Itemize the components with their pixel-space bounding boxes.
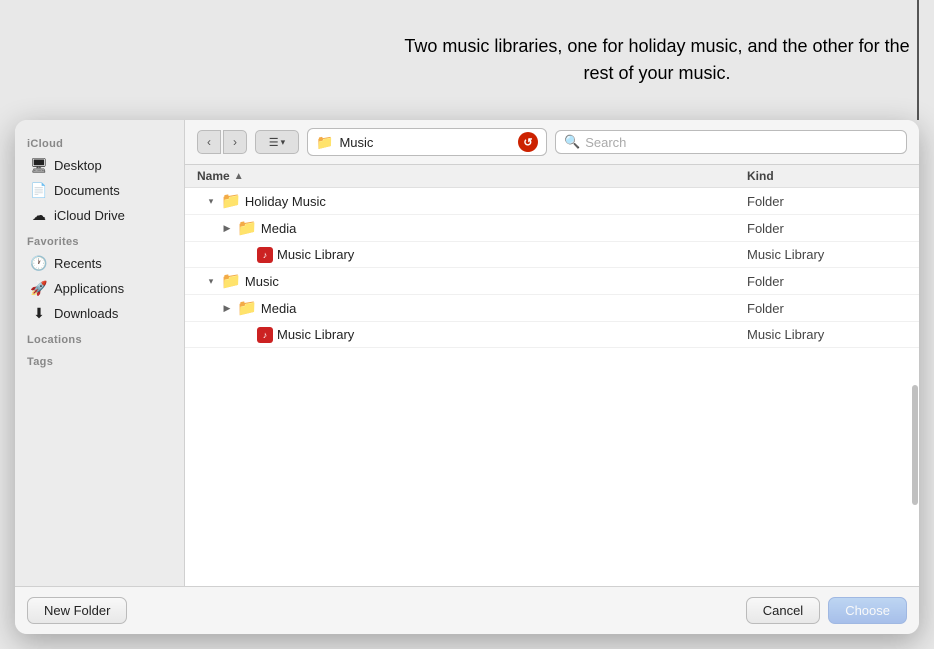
folder-icon: 📁 [221, 271, 241, 291]
file-name-cell: ▾ 📁 Music [205, 271, 747, 291]
documents-icon: 📄 [31, 182, 47, 198]
file-name: Media [261, 221, 296, 236]
folder-icon: 📁 [237, 218, 257, 238]
file-name-cell: ▶ 📁 Media [221, 218, 747, 238]
downloads-icon: ⬇ [31, 305, 47, 321]
file-list[interactable]: Name ▲ Kind ▾ 📁 Holiday Music Folder [185, 165, 919, 586]
table-row[interactable]: ▾ 📁 Holiday Music Folder [185, 188, 919, 215]
sidebar-item-label: Recents [54, 256, 102, 271]
file-name: Media [261, 301, 296, 316]
chevron-down-icon: ▾ [281, 137, 286, 148]
col-kind-header: Kind [747, 169, 907, 183]
file-list-header: Name ▲ Kind [185, 165, 919, 188]
table-row[interactable]: ▶ ♪ Music Library Music Library [185, 322, 919, 348]
tooltip: Two music libraries, one for holiday mus… [380, 0, 934, 120]
folder-icon: 📁 [237, 298, 257, 318]
new-folder-button[interactable]: New Folder [27, 597, 127, 624]
location-reset-button[interactable]: ↺ [518, 132, 538, 152]
sidebar-locations-label: Locations [15, 326, 184, 348]
file-kind-cell: Folder [747, 221, 907, 236]
nav-buttons: ‹ › [197, 130, 247, 154]
file-name-cell: ▶ ♪ Music Library [241, 327, 747, 343]
sidebar-favorites-label: Favorites [15, 228, 184, 250]
disclosure-button[interactable]: ▶ [221, 222, 233, 234]
table-row[interactable]: ▶ 📁 Media Folder [185, 295, 919, 322]
toolbar: ‹ › ☰ ▾ 📁 Music ↺ 🔍 Search [185, 120, 919, 165]
folder-icon: 📁 [221, 191, 241, 211]
file-kind-cell: Folder [747, 194, 907, 209]
file-name: Music [245, 274, 279, 289]
tooltip-text: Two music libraries, one for holiday mus… [400, 33, 914, 87]
bottom-bar: New Folder Cancel Choose [15, 586, 919, 634]
search-placeholder: Search [585, 135, 626, 150]
col-name-header: Name ▲ [197, 169, 747, 183]
file-name-cell: ▶ ♪ Music Library [241, 247, 747, 263]
disclosure-button[interactable]: ▾ [205, 275, 217, 287]
main-content: ‹ › ☰ ▾ 📁 Music ↺ 🔍 Search [185, 120, 919, 586]
sidebar-item-icloud-drive[interactable]: ☁ iCloud Drive [21, 203, 178, 227]
file-dialog: iCloud 🖥 Desktop 📄 Documents ☁ iCloud Dr… [15, 120, 919, 634]
file-kind-cell: Folder [747, 274, 907, 289]
sidebar-item-downloads[interactable]: ⬇ Downloads [21, 301, 178, 325]
sidebar-item-label: iCloud Drive [54, 208, 125, 223]
sidebar-item-label: Applications [54, 281, 124, 296]
table-row[interactable]: ▶ 📁 Media Folder [185, 215, 919, 242]
sidebar-item-label: Downloads [54, 306, 118, 321]
sort-arrow: ▲ [234, 171, 244, 182]
file-kind-cell: Music Library [747, 327, 907, 342]
disclosure-button[interactable]: ▾ [205, 195, 217, 207]
dialog-body: iCloud 🖥 Desktop 📄 Documents ☁ iCloud Dr… [15, 120, 919, 586]
location-text: Music [339, 135, 512, 150]
table-row[interactable]: ▶ ♪ Music Library Music Library [185, 242, 919, 268]
sidebar-item-label: Desktop [54, 158, 102, 173]
sidebar-icloud-label: iCloud [15, 130, 184, 152]
scrollbar-track[interactable] [911, 385, 919, 526]
file-name: Music Library [277, 247, 354, 262]
location-bar: 📁 Music ↺ [307, 128, 547, 156]
file-name: Music Library [277, 327, 354, 342]
sidebar-item-label: Documents [54, 183, 120, 198]
table-row[interactable]: ▾ 📁 Music Folder [185, 268, 919, 295]
sidebar-item-desktop[interactable]: 🖥 Desktop [21, 153, 178, 177]
location-reset-icon: ↺ [523, 136, 532, 149]
file-kind-cell: Folder [747, 301, 907, 316]
list-view-icon: ☰ [269, 136, 279, 149]
choose-button[interactable]: Choose [828, 597, 907, 624]
sidebar-tags-label: Tags [15, 348, 184, 370]
tooltip-line [917, 0, 919, 120]
sidebar: iCloud 🖥 Desktop 📄 Documents ☁ iCloud Dr… [15, 120, 185, 586]
sidebar-item-documents[interactable]: 📄 Documents [21, 178, 178, 202]
sidebar-item-applications[interactable]: 🚀 Applications [21, 276, 178, 300]
icloud-drive-icon: ☁ [31, 207, 47, 223]
disclosure-button[interactable]: ▶ [221, 302, 233, 314]
desktop-icon: 🖥 [31, 157, 47, 173]
search-icon: 🔍 [564, 134, 580, 150]
applications-icon: 🚀 [31, 280, 47, 296]
file-kind-cell: Music Library [747, 247, 907, 262]
scrollbar-thumb[interactable] [912, 385, 918, 505]
file-name: Holiday Music [245, 194, 326, 209]
file-name-cell: ▶ 📁 Media [221, 298, 747, 318]
music-library-icon: ♪ [257, 327, 273, 343]
forward-button[interactable]: › [223, 130, 247, 154]
location-folder-icon: 📁 [316, 134, 333, 151]
view-options-button[interactable]: ☰ ▾ [255, 130, 299, 154]
search-bar[interactable]: 🔍 Search [555, 130, 907, 154]
sidebar-item-recents[interactable]: 🕐 Recents [21, 251, 178, 275]
cancel-button[interactable]: Cancel [746, 597, 820, 624]
back-button[interactable]: ‹ [197, 130, 221, 154]
music-library-icon: ♪ [257, 247, 273, 263]
recents-icon: 🕐 [31, 255, 47, 271]
file-name-cell: ▾ 📁 Holiday Music [205, 191, 747, 211]
